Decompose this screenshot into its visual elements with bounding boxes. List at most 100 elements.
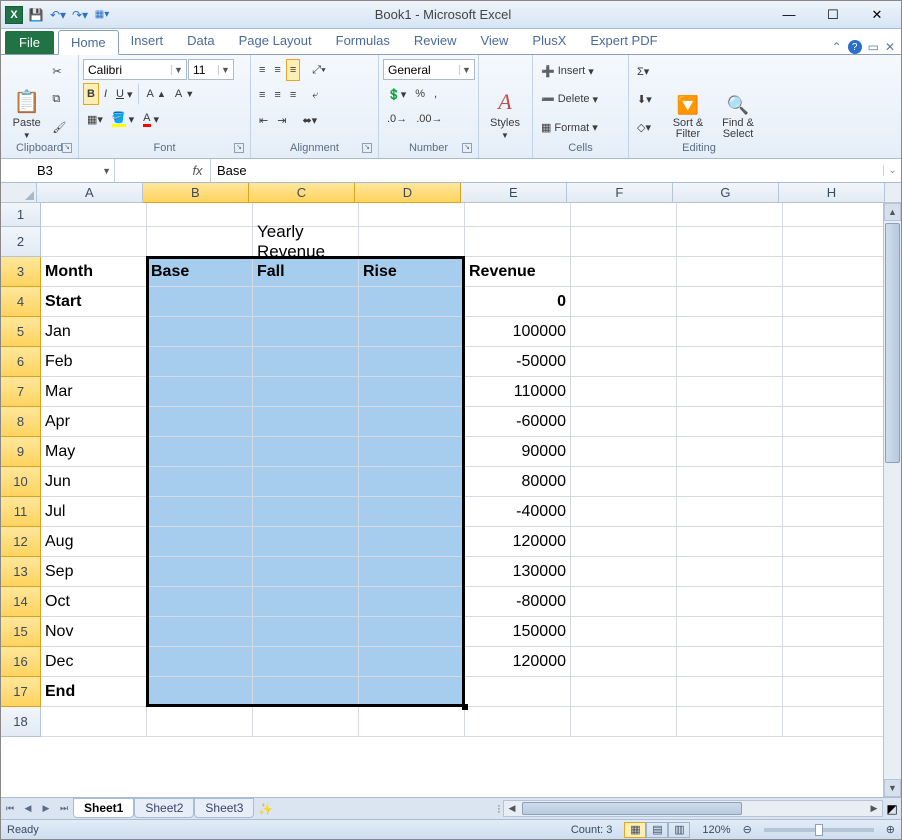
cell-G17[interactable] xyxy=(677,677,783,707)
cell-H8[interactable] xyxy=(783,407,889,437)
column-header-E[interactable]: E xyxy=(461,183,567,203)
row-header-6[interactable]: 6 xyxy=(1,347,41,377)
cell-H7[interactable] xyxy=(783,377,889,407)
vertical-scrollbar[interactable]: ▲ ▼ xyxy=(883,203,901,797)
cell-H16[interactable] xyxy=(783,647,889,677)
cell-F17[interactable] xyxy=(571,677,677,707)
underline-button[interactable]: U▾ xyxy=(112,83,136,105)
row-header-12[interactable]: 12 xyxy=(1,527,41,557)
fx-button[interactable]: fx xyxy=(185,159,211,182)
scroll-left-arrow[interactable]: ◀ xyxy=(504,803,520,814)
tab-home[interactable]: Home xyxy=(58,30,119,55)
tab-data[interactable]: Data xyxy=(175,29,226,54)
cell-H4[interactable] xyxy=(783,287,889,317)
cell-D3[interactable]: Rise xyxy=(359,257,465,287)
redo-icon[interactable]: ↷▾ xyxy=(71,6,89,24)
cell-H12[interactable] xyxy=(783,527,889,557)
sheet-tab-sheet3[interactable]: Sheet3 xyxy=(194,798,254,818)
cell-C2[interactable]: Yearly Revenue xyxy=(253,227,359,257)
cell-D8[interactable] xyxy=(359,407,465,437)
select-all-corner[interactable] xyxy=(1,183,37,203)
cell-G15[interactable] xyxy=(677,617,783,647)
hscroll-thumb[interactable] xyxy=(522,802,742,815)
cell-A1[interactable] xyxy=(41,203,147,227)
font-color-button[interactable]: A▾ xyxy=(139,108,163,130)
wrap-text-button[interactable]: ⤶ xyxy=(308,84,322,106)
clipboard-dialog-launcher[interactable]: ↘ xyxy=(62,143,72,153)
cell-F13[interactable] xyxy=(571,557,677,587)
cell-F14[interactable] xyxy=(571,587,677,617)
scroll-thumb[interactable] xyxy=(885,223,900,463)
cell-F16[interactable] xyxy=(571,647,677,677)
align-right-button[interactable]: ≡ xyxy=(286,84,300,106)
cell-H9[interactable] xyxy=(783,437,889,467)
undo-icon[interactable]: ↶▾ xyxy=(49,6,67,24)
maximize-button[interactable]: ☐ xyxy=(819,5,847,25)
cell-B11[interactable] xyxy=(147,497,253,527)
minimize-ribbon-icon[interactable]: ⌃ xyxy=(832,40,842,54)
cell-A14[interactable]: Oct xyxy=(41,587,147,617)
cell-E14[interactable]: -80000 xyxy=(465,587,571,617)
name-box[interactable]: B3 ▼ xyxy=(1,159,115,182)
cell-B1[interactable] xyxy=(147,203,253,227)
cell-B8[interactable] xyxy=(147,407,253,437)
cell-D18[interactable] xyxy=(359,707,465,737)
row-header-17[interactable]: 17 xyxy=(1,677,41,707)
cell-B16[interactable] xyxy=(147,647,253,677)
cell-G18[interactable] xyxy=(677,707,783,737)
cell-G1[interactable] xyxy=(677,203,783,227)
cell-E8[interactable]: -60000 xyxy=(465,407,571,437)
cell-G12[interactable] xyxy=(677,527,783,557)
sheet-tab-sheet1[interactable]: Sheet1 xyxy=(73,798,134,818)
zoom-slider[interactable] xyxy=(764,828,874,832)
cell-H14[interactable] xyxy=(783,587,889,617)
cell-G9[interactable] xyxy=(677,437,783,467)
sheet-nav-next[interactable]: ▶ xyxy=(37,800,55,818)
cell-F11[interactable] xyxy=(571,497,677,527)
normal-view-button[interactable]: ▦ xyxy=(624,822,646,838)
cell-A7[interactable]: Mar xyxy=(41,377,147,407)
cell-H10[interactable] xyxy=(783,467,889,497)
row-header-7[interactable]: 7 xyxy=(1,377,41,407)
cell-E12[interactable]: 120000 xyxy=(465,527,571,557)
cell-A15[interactable]: Nov xyxy=(41,617,147,647)
row-header-5[interactable]: 5 xyxy=(1,317,41,347)
cut-button[interactable]: ✂ xyxy=(48,60,74,82)
increase-indent-button[interactable]: ⇥ xyxy=(273,109,290,131)
alignment-dialog-launcher[interactable]: ↘ xyxy=(362,143,372,153)
cell-H2[interactable] xyxy=(783,227,889,257)
cell-C11[interactable] xyxy=(253,497,359,527)
italic-button[interactable]: I xyxy=(100,83,111,105)
cell-A16[interactable]: Dec xyxy=(41,647,147,677)
font-name-combo[interactable]: Calibri▼ xyxy=(83,59,187,80)
row-header-11[interactable]: 11 xyxy=(1,497,41,527)
cell-F7[interactable] xyxy=(571,377,677,407)
row-header-10[interactable]: 10 xyxy=(1,467,41,497)
cell-F5[interactable] xyxy=(571,317,677,347)
cell-F4[interactable] xyxy=(571,287,677,317)
insert-cells-button[interactable]: ➕Insert ▾ xyxy=(537,60,624,82)
scroll-down-arrow[interactable]: ▼ xyxy=(884,779,901,797)
sheet-tab-sheet2[interactable]: Sheet2 xyxy=(134,798,194,818)
cell-D4[interactable] xyxy=(359,287,465,317)
row-header-4[interactable]: 4 xyxy=(1,287,41,317)
sheet-nav-first[interactable]: ⏮ xyxy=(1,800,19,818)
cell-A17[interactable]: End xyxy=(41,677,147,707)
cell-D9[interactable] xyxy=(359,437,465,467)
cell-B9[interactable] xyxy=(147,437,253,467)
cell-B5[interactable] xyxy=(147,317,253,347)
cell-C8[interactable] xyxy=(253,407,359,437)
expand-formula-bar[interactable]: ⌄ xyxy=(883,165,901,176)
cell-E15[interactable]: 150000 xyxy=(465,617,571,647)
zoom-out-button[interactable]: ⊖ xyxy=(743,823,752,836)
column-header-B[interactable]: B xyxy=(143,183,249,203)
page-layout-view-button[interactable]: ▤ xyxy=(646,822,668,838)
cell-E7[interactable]: 110000 xyxy=(465,377,571,407)
column-header-D[interactable]: D xyxy=(355,183,461,203)
cell-H13[interactable] xyxy=(783,557,889,587)
doc-close-icon[interactable]: ✕ xyxy=(885,40,895,54)
cell-C4[interactable] xyxy=(253,287,359,317)
save-icon[interactable]: 💾 xyxy=(27,6,45,24)
cell-D12[interactable] xyxy=(359,527,465,557)
cell-E10[interactable]: 80000 xyxy=(465,467,571,497)
